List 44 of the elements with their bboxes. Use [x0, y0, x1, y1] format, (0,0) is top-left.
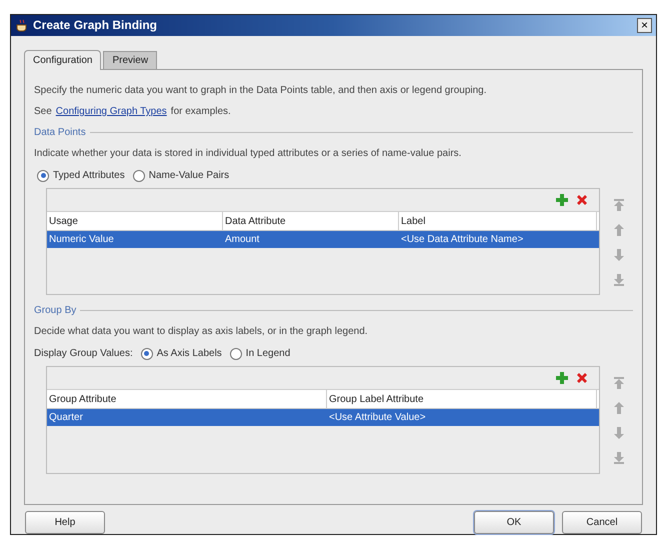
move-top-icon[interactable]	[612, 376, 626, 390]
field-label: Display Group Values:	[34, 347, 133, 362]
column-header: Group Attribute	[47, 390, 327, 408]
dialog-button[interactable]: Help	[25, 511, 105, 534]
add-icon[interactable]	[555, 192, 569, 207]
add-icon[interactable]	[555, 370, 569, 385]
column-header: Group Label Attribute	[327, 390, 597, 408]
radio-button[interactable]	[230, 348, 242, 360]
instruction-text: See	[34, 104, 52, 119]
column-header: Data Attribute	[223, 212, 399, 230]
dialog-button[interactable]: Cancel	[562, 511, 642, 534]
table-row[interactable]: Numeric Value Amount <Use Data Attribute Name>	[47, 230, 599, 248]
move-up-icon[interactable]	[612, 222, 626, 237]
instruction-text: Decide what data you want to display as axis labels, or in the graph legend.	[34, 324, 369, 339]
window-title: Create Graph Binding	[33, 17, 158, 34]
delete-icon[interactable]	[575, 192, 589, 207]
column-header: Label	[399, 212, 597, 230]
tab[interactable]: Configuration	[24, 50, 102, 70]
move-top-icon[interactable]	[612, 198, 626, 212]
tab[interactable]: Preview	[103, 50, 158, 69]
dialog-button[interactable]: OK	[474, 511, 554, 534]
move-down-icon[interactable]	[612, 426, 626, 440]
table-row[interactable]: Quarter <Use Attribute Value>	[47, 408, 599, 426]
help-link[interactable]: Configuring Graph Types	[56, 100, 167, 122]
move-up-icon[interactable]	[612, 400, 626, 415]
move-down-icon[interactable]	[612, 248, 626, 262]
move-bottom-icon[interactable]	[612, 272, 626, 287]
coffee-cup-icon	[15, 18, 29, 32]
instruction-text: for examples.	[170, 104, 231, 119]
radio-option[interactable]: Name-Value Pairs	[132, 168, 230, 184]
radio-option[interactable]: In Legend	[230, 346, 290, 362]
section-heading: Group By	[34, 304, 76, 318]
instruction-text: Specify the numeric data you want to graph in the Data Points table, and then axis or legend grouping.	[34, 84, 488, 98]
radio-button[interactable]	[37, 170, 49, 182]
section-heading: Data Points	[34, 126, 86, 140]
radio-button[interactable]	[140, 348, 153, 360]
move-bottom-icon[interactable]	[612, 450, 626, 465]
delete-icon[interactable]	[575, 370, 589, 385]
instruction-text: Indicate whether your data is stored in individual typed attributes or a series of name-value pairs.	[34, 146, 462, 161]
close-button[interactable]: ×	[637, 18, 652, 33]
column-header: Usage	[47, 212, 223, 230]
radio-option[interactable]: As Axis Labels	[140, 346, 222, 362]
radio-option[interactable]: Typed Attributes	[37, 168, 125, 184]
radio-button[interactable]	[132, 170, 145, 182]
